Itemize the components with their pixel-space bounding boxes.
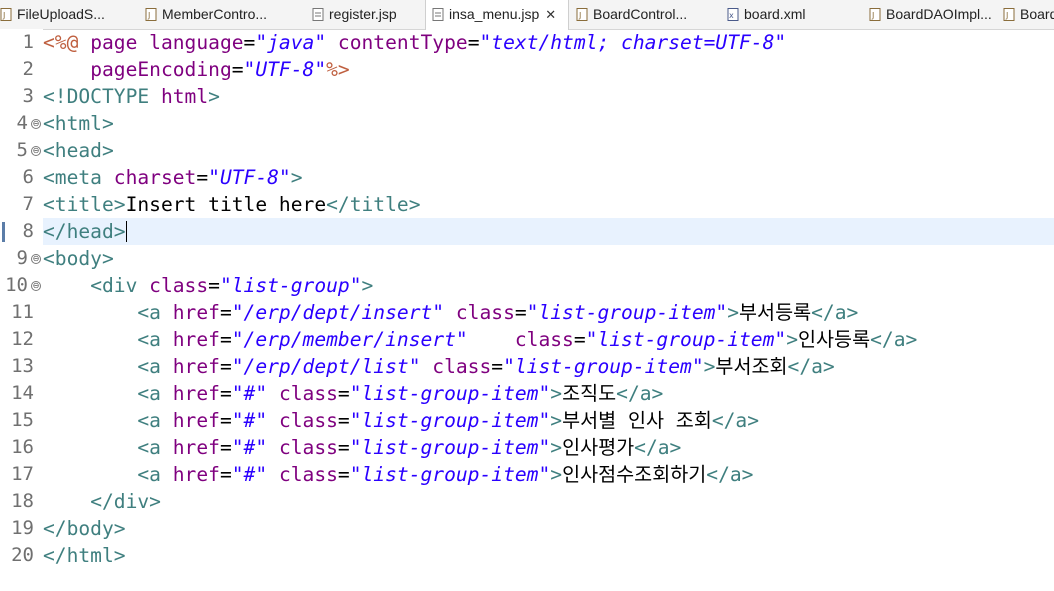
tab-insa-menu-jsp[interactable]: insa_menu.jsp ✕ (425, 0, 569, 30)
tab-boardcontroller[interactable]: J BoardControl... (576, 0, 721, 29)
line-number: 18 (11, 490, 34, 512)
jsp-file-icon (312, 2, 325, 21)
line-number: 8 (22, 220, 34, 242)
line-number: 11 (11, 301, 34, 323)
line-number: 6 (22, 166, 34, 188)
code-line-1: <%@ page language="java" contentType="te… (43, 31, 787, 54)
java-file-icon: J (1003, 2, 1016, 21)
tab-label: MemberContro... (162, 6, 268, 22)
code-line-6: <meta charset="UTF-8"> (43, 166, 303, 189)
code-line-15: <a href="#" class="list-group-item">부서별 … (137, 409, 760, 432)
code-line-7: <title>Insert title here</title> (43, 193, 421, 216)
line-number: 14 (11, 382, 34, 404)
code-editor[interactable]: <%@ page language="java" contentType="te… (43, 29, 1054, 591)
java-file-icon: J (576, 2, 589, 21)
line-number: 2 (22, 58, 34, 80)
tab-label: insa_menu.jsp (449, 6, 540, 22)
line-number: 4 (16, 112, 28, 134)
editor-tab-bar: J FileUploadS... J MemberContro... registe… (0, 0, 1054, 30)
svg-text:J: J (2, 11, 5, 20)
line-number: 10 (5, 274, 28, 296)
line-number: 9 (16, 247, 28, 269)
svg-text:J: J (871, 11, 874, 20)
tab-label: board.xml (744, 6, 806, 22)
java-file-icon: J (145, 2, 158, 21)
tab-boarddaoimpl[interactable]: J BoardDAOImpl... (869, 0, 1001, 29)
line-number: 5 (16, 139, 28, 161)
svg-text:J: J (578, 11, 581, 20)
java-file-icon: J (869, 2, 882, 21)
code-line-11: <a href="/erp/dept/insert" class="list-g… (137, 301, 859, 324)
code-line-12: <a href="/erp/member/insert" class="list… (137, 328, 918, 351)
collapse-icon[interactable]: ⊖ (31, 254, 41, 264)
tab-board-truncated[interactable]: J Board (1003, 0, 1054, 29)
current-line-marker (2, 222, 5, 242)
code-line-3: <!DOCTYPE html> (43, 85, 220, 108)
line-number: 12 (11, 328, 34, 350)
jsp-file-icon (432, 2, 445, 21)
code-line-18: </div> (90, 490, 161, 513)
line-number: 15 (11, 409, 34, 431)
close-icon[interactable]: ✕ (545, 0, 556, 29)
tab-label: FileUploadS... (17, 6, 105, 22)
collapse-icon[interactable]: ⊖ (31, 281, 41, 291)
java-file-icon: J (0, 2, 13, 21)
tab-label: register.jsp (329, 6, 397, 22)
tab-register-jsp[interactable]: register.jsp (312, 0, 420, 29)
code-line-13: <a href="/erp/dept/list" class="list-gro… (137, 355, 835, 378)
xml-file-icon: x (727, 2, 740, 21)
line-number: 1 (22, 31, 34, 53)
svg-text:x: x (729, 11, 734, 20)
svg-text:J: J (1005, 11, 1008, 20)
tab-membercontroller[interactable]: J MemberContro... (145, 0, 300, 29)
code-line-17: <a href="#" class="list-group-item">인사점수… (137, 463, 754, 486)
line-number: 3 (22, 85, 34, 107)
code-line-20: </html> (43, 544, 126, 567)
code-line-16: <a href="#" class="list-group-item">인사평가… (137, 436, 682, 459)
tab-label: BoardDAOImpl... (886, 6, 992, 22)
line-number: 16 (11, 436, 34, 458)
line-number: 19 (11, 517, 34, 539)
line-number: 20 (11, 544, 34, 566)
svg-text:J: J (147, 11, 150, 20)
code-line-8-current: </head> (43, 218, 1054, 245)
code-line-19: </body> (43, 517, 126, 540)
line-number: 7 (22, 193, 34, 215)
code-line-4: <html> (43, 112, 114, 135)
tab-label: BoardControl... (593, 6, 688, 22)
tab-fileuploads[interactable]: J FileUploadS... (0, 0, 138, 29)
code-line-5: <head> (43, 139, 114, 162)
code-line-10: <div class="list-group"> (90, 274, 374, 297)
collapse-icon[interactable]: ⊖ (31, 119, 41, 129)
code-line-14: <a href="#" class="list-group-item">조직도<… (137, 382, 664, 405)
text-cursor (125, 221, 127, 242)
collapse-icon[interactable]: ⊖ (31, 146, 41, 156)
line-number-gutter[interactable]: 1 2 3 4 5 6 7 8 9 10 11 12 13 14 15 16 1… (0, 29, 43, 591)
tab-label: Board (1020, 6, 1054, 22)
line-number: 13 (11, 355, 34, 377)
code-line-9: <body> (43, 247, 114, 270)
code-line-2: pageEncoding="UTF-8"%> (90, 58, 350, 81)
line-number: 17 (11, 463, 34, 485)
tab-board-xml[interactable]: x board.xml (727, 0, 855, 29)
